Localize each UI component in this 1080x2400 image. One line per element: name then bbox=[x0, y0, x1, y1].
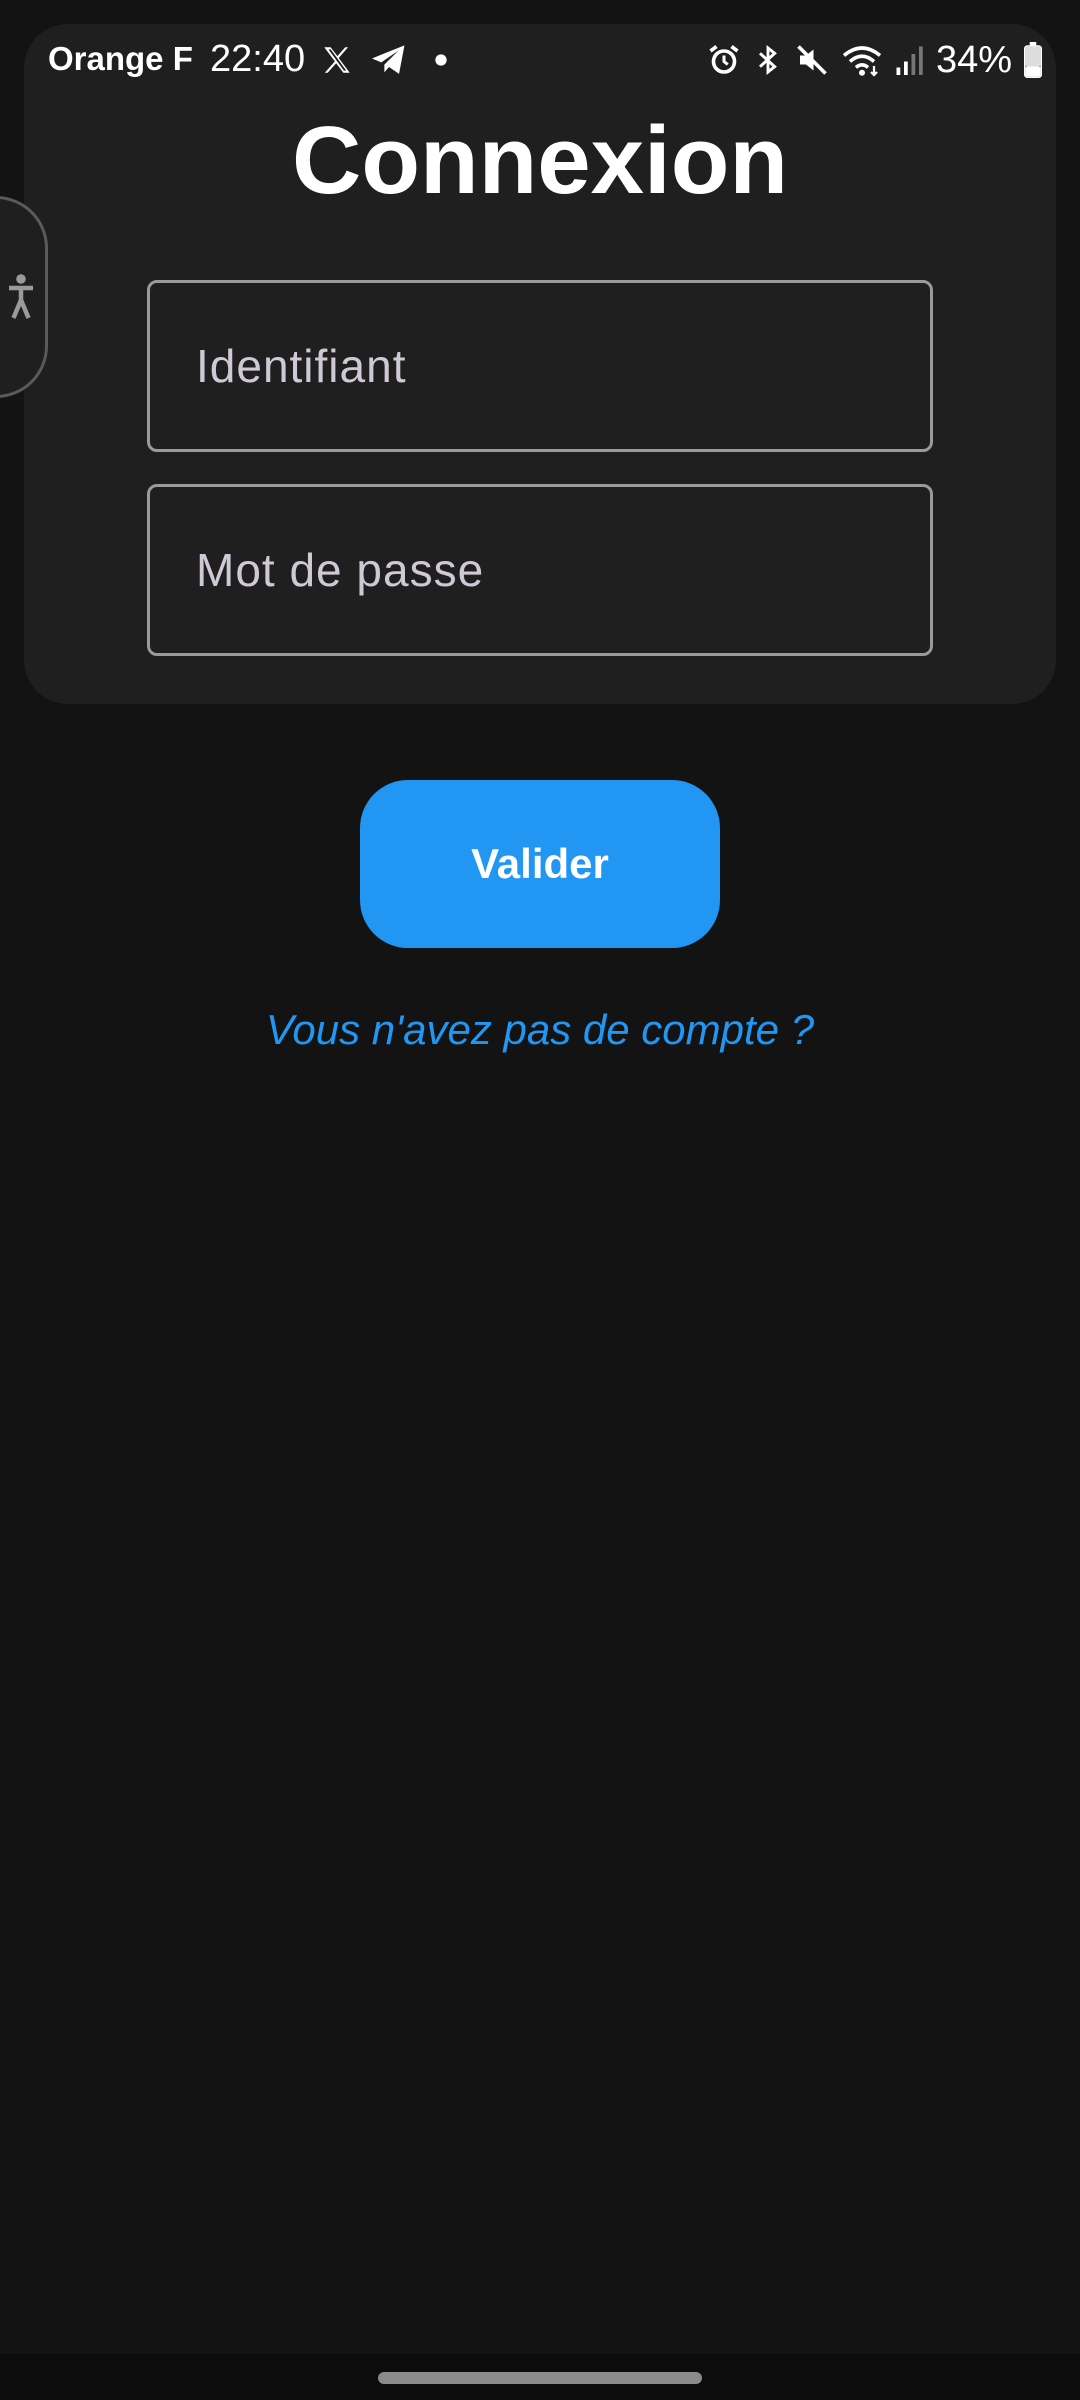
submit-button[interactable]: Valider bbox=[360, 780, 720, 948]
mute-icon bbox=[794, 42, 830, 78]
status-bar: Orange F 22:40 34% bbox=[24, 24, 1056, 100]
telegram-icon bbox=[370, 43, 408, 77]
status-time: 22:40 bbox=[210, 38, 306, 80]
page-title: Connexion bbox=[292, 107, 788, 214]
bluetooth-icon bbox=[752, 42, 784, 78]
signal-icon bbox=[894, 42, 926, 78]
carrier-name: Orange F bbox=[48, 40, 193, 77]
x-icon bbox=[320, 43, 354, 77]
notification-icons bbox=[320, 38, 458, 82]
login-screen: Orange F 22:40 34% Connexion Identifiant… bbox=[0, 0, 1080, 2400]
system-status-icons: 34% bbox=[706, 38, 1044, 82]
signup-link[interactable]: Vous n'avez pas de compte ? bbox=[0, 1006, 1080, 1054]
dot-icon bbox=[424, 43, 458, 77]
home-gesture-handle[interactable] bbox=[378, 2372, 702, 2384]
accessibility-button[interactable] bbox=[0, 196, 48, 398]
accessibility-icon bbox=[6, 273, 36, 321]
alarm-icon bbox=[706, 42, 742, 78]
password-field[interactable] bbox=[147, 484, 933, 656]
username-field[interactable] bbox=[147, 280, 933, 452]
battery-icon bbox=[1022, 42, 1044, 78]
battery-percent: 34% bbox=[935, 38, 1012, 81]
wifi-icon bbox=[840, 42, 884, 78]
